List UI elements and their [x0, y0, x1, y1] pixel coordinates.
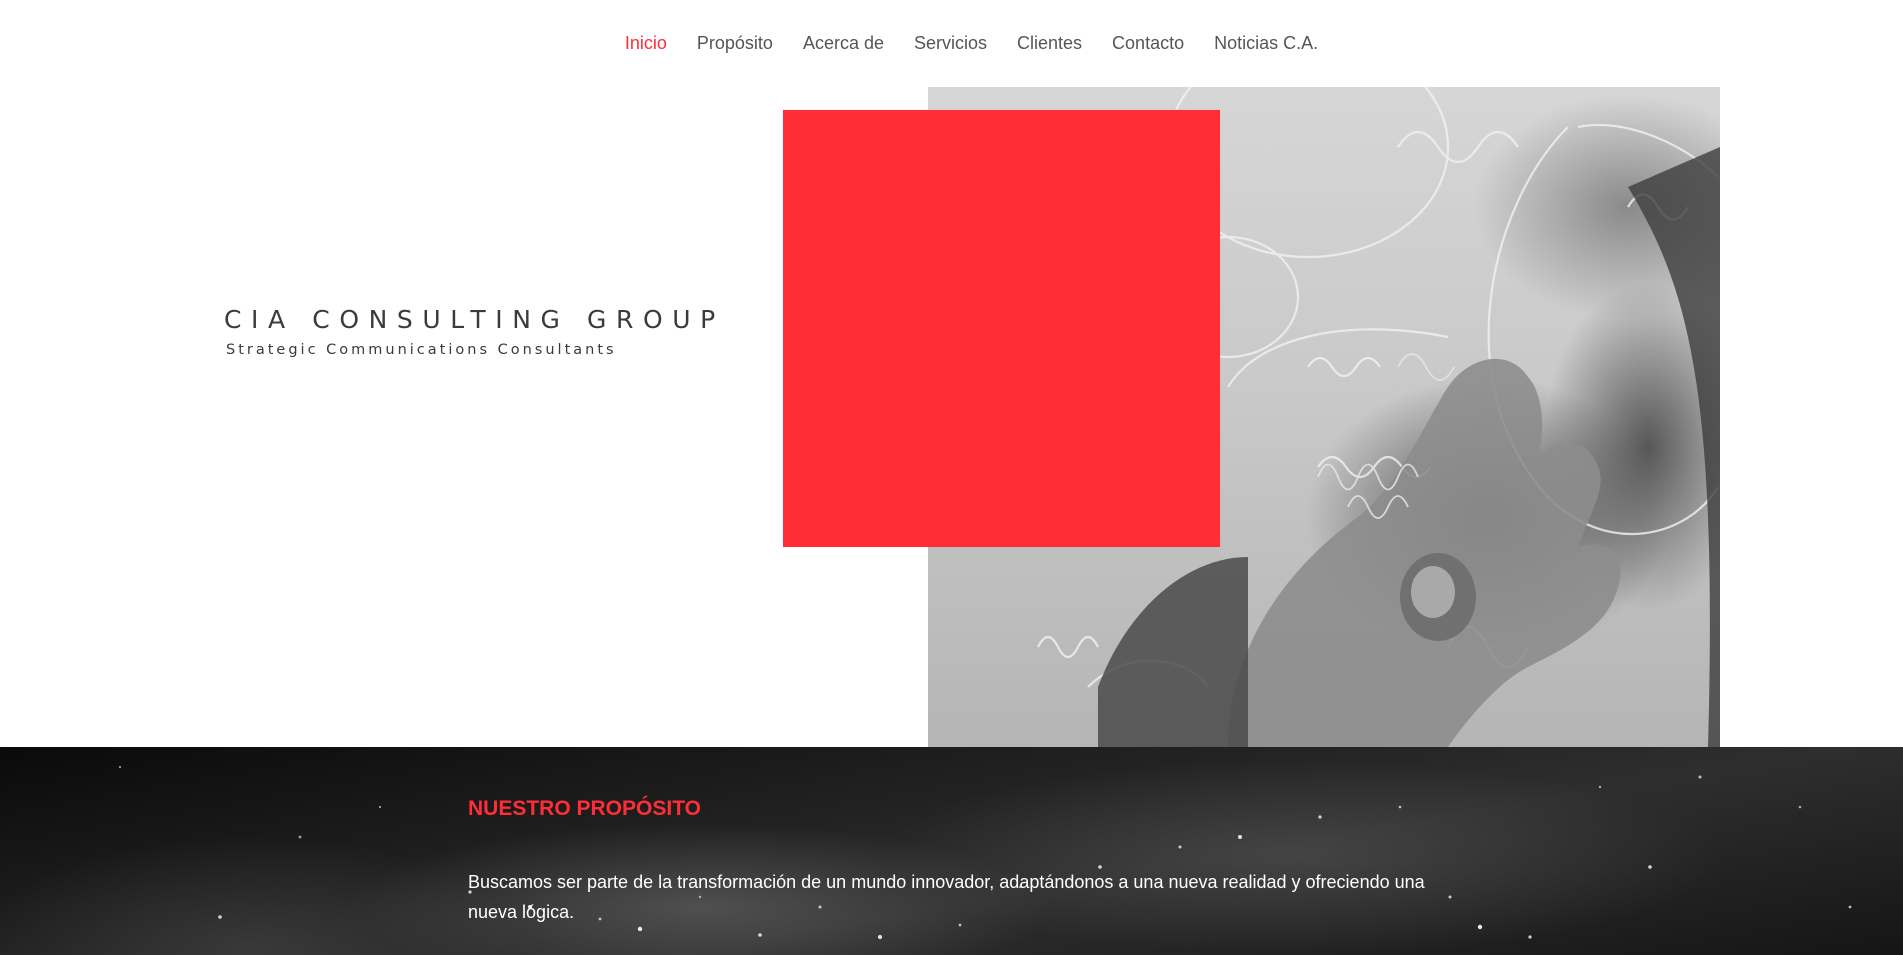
red-accent-square [783, 110, 1220, 547]
purpose-heading: NUESTRO PROPÓSITO [468, 797, 701, 820]
nav-item-inicio[interactable]: Inicio [625, 33, 667, 54]
brand-title: CIA CONSULTING GROUP [224, 305, 725, 334]
brand-block: CIA CONSULTING GROUP Strategic Communica… [224, 305, 744, 358]
nav-item-contacto[interactable]: Contacto [1112, 33, 1184, 54]
nav-item-servicios[interactable]: Servicios [914, 33, 987, 54]
main-nav: Inicio Propósito Acerca de Servicios Cli… [0, 0, 1903, 86]
brand-subtitle: Strategic Communications Consultants [226, 342, 617, 358]
purpose-section: NUESTRO PROPÓSITO Buscamos ser parte de … [0, 747, 1903, 955]
nav-item-clientes[interactable]: Clientes [1017, 33, 1082, 54]
nav-list: Inicio Propósito Acerca de Servicios Cli… [570, 33, 1333, 54]
page: Inicio Propósito Acerca de Servicios Cli… [0, 0, 1903, 955]
purpose-text: Buscamos ser parte de la transformación … [468, 872, 1425, 922]
nav-item-proposito[interactable]: Propósito [697, 33, 773, 54]
nav-item-acerca-de[interactable]: Acerca de [803, 33, 884, 54]
nav-item-noticias[interactable]: Noticias C.A. [1214, 33, 1318, 54]
